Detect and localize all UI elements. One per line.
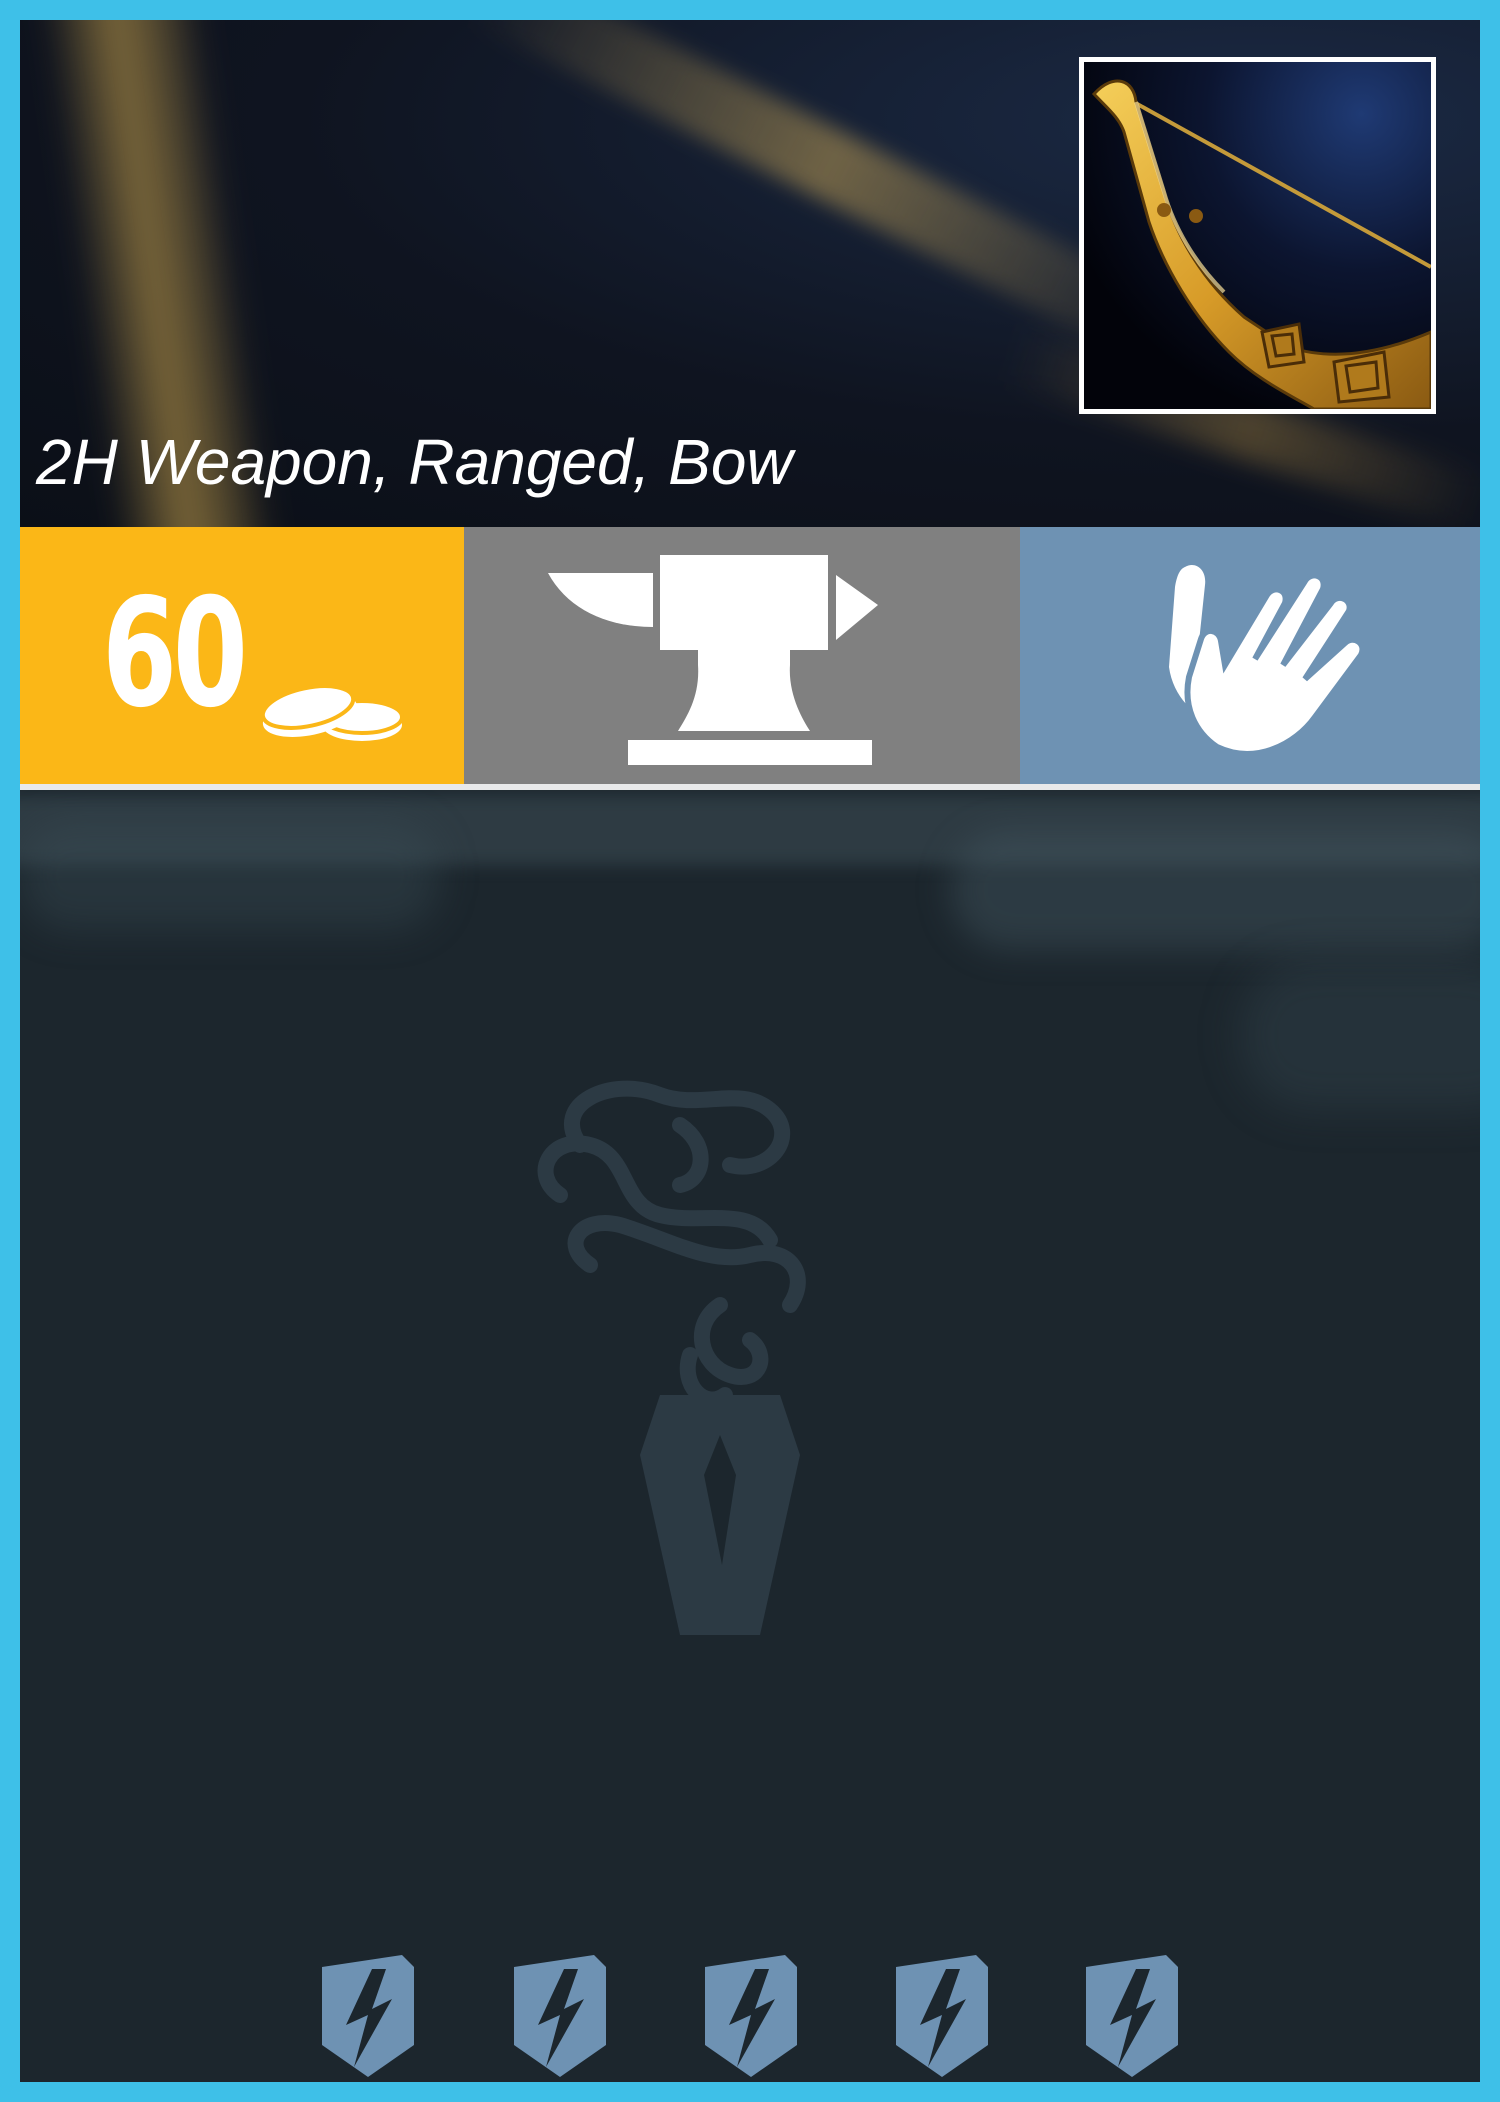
stat-row: 60 bbox=[20, 527, 1480, 784]
lightning-shield-icon bbox=[896, 1955, 988, 2077]
hands-icon bbox=[1169, 565, 1366, 757]
lightning-shield-icon bbox=[1086, 1955, 1178, 2077]
lightning-shield-icon bbox=[322, 1955, 414, 2077]
anvil-icon bbox=[548, 555, 878, 765]
lightning-shield-icon bbox=[514, 1955, 606, 2077]
two-handed-stat bbox=[1020, 527, 1480, 784]
paint-smudge bbox=[20, 820, 440, 930]
paint-smudge bbox=[1240, 960, 1480, 1110]
golden-bow-icon bbox=[1084, 62, 1431, 409]
smoke-coffin-emblem bbox=[537, 1080, 806, 1635]
paint-smudge bbox=[20, 795, 1480, 865]
lightning-shield-icon bbox=[705, 1955, 797, 2077]
card-body bbox=[20, 790, 1480, 2082]
paint-smudge bbox=[950, 830, 1480, 950]
cost-stat: 60 bbox=[20, 527, 464, 784]
item-portrait bbox=[1079, 57, 1436, 414]
upgrade-pips bbox=[20, 1930, 1480, 2077]
item-type-line: 2H Weapon, Ranged, Bow bbox=[36, 426, 793, 498]
item-card[interactable]: 2H Weapon, Ranged, Bow 60 bbox=[20, 20, 1480, 2082]
cost-value: 60 bbox=[102, 567, 248, 741]
crafting-stat bbox=[464, 527, 1020, 784]
card-header: 2H Weapon, Ranged, Bow bbox=[20, 20, 1480, 527]
coins-icon bbox=[260, 684, 404, 741]
